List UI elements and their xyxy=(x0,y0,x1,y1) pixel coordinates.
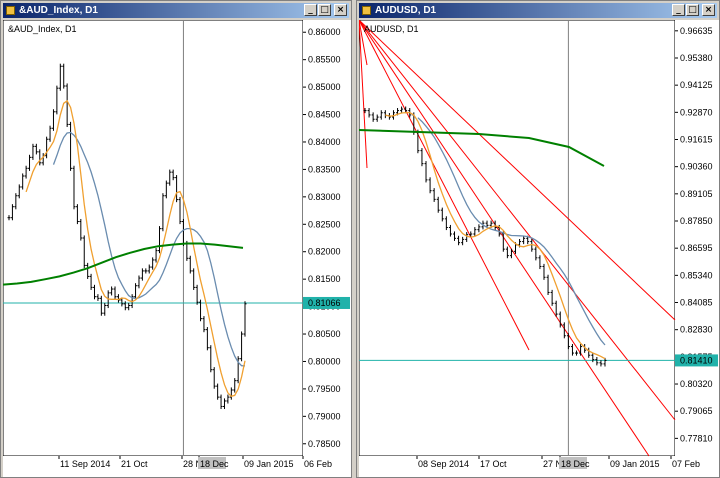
close-button[interactable]: × xyxy=(702,4,715,16)
audusd-chart-window[interactable]: AUDUSD, D1 _ □ × 0.96635 0.95380 0.94125 0.… xyxy=(356,0,720,478)
chart-window-icon xyxy=(6,6,15,15)
price-tick-label: 0.84500 xyxy=(308,110,341,120)
current-price-label: 0.81410 xyxy=(680,355,713,365)
price-tick-label: 0.86000 xyxy=(308,27,341,37)
aud-index-chart-window[interactable]: &AUD_Index, D1 _ □ × 0.86000 0.85500 0.850… xyxy=(0,0,352,478)
price-tick-label: 0.78500 xyxy=(308,439,341,449)
price-tick-label: 0.84000 xyxy=(308,137,341,147)
minimize-button[interactable]: _ xyxy=(304,4,317,16)
window-title: &AUD_Index, D1 xyxy=(19,5,98,16)
chart-window-icon xyxy=(362,6,371,15)
time-tick-label: 09 Jan 2015 xyxy=(610,459,660,469)
price-tick-label: 0.83500 xyxy=(308,164,341,174)
window-title-bar[interactable]: &AUD_Index, D1 _ □ × xyxy=(3,3,349,18)
aud-index-chart[interactable]: 0.86000 0.85500 0.85000 0.84500 0.84000 0.835… xyxy=(3,20,351,477)
price-tick-label: 0.81500 xyxy=(308,274,341,284)
price-tick-label: 0.90360 xyxy=(680,162,713,172)
current-price-label: 0.81066 xyxy=(308,298,341,308)
price-tick-label: 0.83000 xyxy=(308,192,341,202)
price-tick-label: 0.79065 xyxy=(680,406,713,416)
audusd-chart[interactable]: 0.96635 0.95380 0.94125 0.92870 0.91615 0.903… xyxy=(359,20,719,477)
price-tick-label: 0.85000 xyxy=(308,82,341,92)
plot-area xyxy=(359,20,676,457)
close-button[interactable]: × xyxy=(334,4,347,16)
price-tick-label: 0.89105 xyxy=(680,189,713,199)
price-tick-label: 0.96635 xyxy=(680,26,713,36)
price-tick-label: 0.84085 xyxy=(680,298,713,308)
price-tick-label: 0.91615 xyxy=(680,134,713,144)
price-tick-label: 0.87850 xyxy=(680,216,713,226)
plot-area xyxy=(3,20,304,457)
price-tick-label: 0.80320 xyxy=(680,379,713,389)
minimize-button[interactable]: _ xyxy=(672,4,685,16)
time-tick-label: 18 Dec xyxy=(200,459,229,469)
time-tick-label: 09 Jan 2015 xyxy=(244,459,294,469)
window-title-bar[interactable]: AUDUSD, D1 _ □ × xyxy=(359,3,717,18)
time-tick-label: 08 Sep 2014 xyxy=(418,459,469,469)
maximize-button[interactable]: □ xyxy=(686,4,699,16)
price-tick-label: 0.94125 xyxy=(680,80,713,90)
price-tick-label: 0.80500 xyxy=(308,329,341,339)
time-tick-label: 21 Oct xyxy=(121,459,148,469)
time-tick-label: 06 Feb xyxy=(304,459,332,469)
time-tick-label: 11 Sep 2014 xyxy=(60,459,110,469)
time-tick-label: 17 Oct xyxy=(480,459,507,469)
maximize-button[interactable]: □ xyxy=(318,4,331,16)
price-tick-label: 0.77810 xyxy=(680,433,713,443)
price-tick-label: 0.95380 xyxy=(680,53,713,63)
time-tick-label: 07 Feb xyxy=(672,459,700,469)
price-tick-label: 0.82500 xyxy=(308,219,341,229)
time-tick-label: 18 Dec xyxy=(561,459,590,469)
price-tick-label: 0.79500 xyxy=(308,384,341,394)
chart-symbol-label: &AUD_Index, D1 xyxy=(8,24,77,34)
chart-symbol-label: AUDUSD, D1 xyxy=(364,24,419,34)
price-tick-label: 0.85340 xyxy=(680,270,713,280)
price-tick-label: 0.85500 xyxy=(308,55,341,65)
price-tick-label: 0.79000 xyxy=(308,411,341,421)
price-tick-label: 0.92870 xyxy=(680,107,713,117)
window-title: AUDUSD, D1 xyxy=(375,5,437,16)
price-tick-label: 0.82830 xyxy=(680,325,713,335)
price-tick-label: 0.80000 xyxy=(308,356,341,366)
price-tick-label: 0.82000 xyxy=(308,247,341,257)
price-tick-label: 0.86595 xyxy=(680,243,713,253)
